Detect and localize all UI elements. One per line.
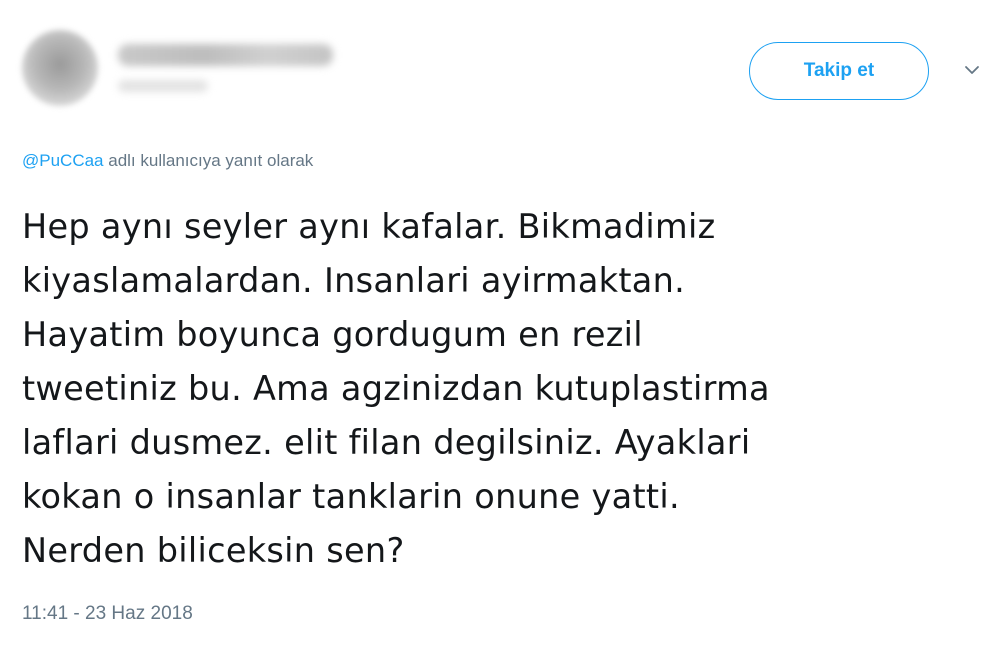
chevron-down-icon [965, 66, 979, 74]
more-options-button[interactable] [960, 60, 984, 80]
reply-context-text: adlı kullanıcıya yanıt olarak [108, 151, 314, 170]
avatar[interactable] [22, 30, 98, 106]
reply-mention-link[interactable]: @PuCCaa [22, 151, 104, 170]
tweet-text-line: Hayatim boyunca gordugum en rezil [22, 315, 643, 354]
display-name-redacted[interactable] [118, 44, 333, 66]
follow-button-label: Takip et [803, 60, 875, 81]
follow-button[interactable]: Takip et [749, 42, 929, 100]
tweet-text: Hep aynı seyler aynı kafalar. Bikmadimiz… [22, 200, 982, 578]
tweet-text-line: Nerden biliceksin sen? [22, 531, 405, 570]
tweet-text-line: kiyaslamalardan. Insanlari ayirmaktan. [22, 261, 686, 300]
tweet-text-line: Hep aynı seyler aynı kafalar. Bikmadimiz [22, 207, 716, 246]
username-redacted[interactable] [118, 80, 208, 92]
reply-context: @PuCCaa adlı kullanıcıya yanıt olarak [22, 151, 313, 171]
tweet-text-line: laflari dusmez. elit filan degilsiniz. A… [22, 423, 751, 462]
tweet-timestamp[interactable]: 11:41 - 23 Haz 2018 [22, 603, 193, 625]
tweet-text-line: kokan o insanlar tanklarin onune yatti. [22, 477, 680, 516]
tweet-text-line: tweetiniz bu. Ama agzinizdan kutuplastir… [22, 369, 770, 408]
tweet-card: Takip et @PuCCaa adlı kullanıcıya yanıt … [0, 0, 1000, 653]
